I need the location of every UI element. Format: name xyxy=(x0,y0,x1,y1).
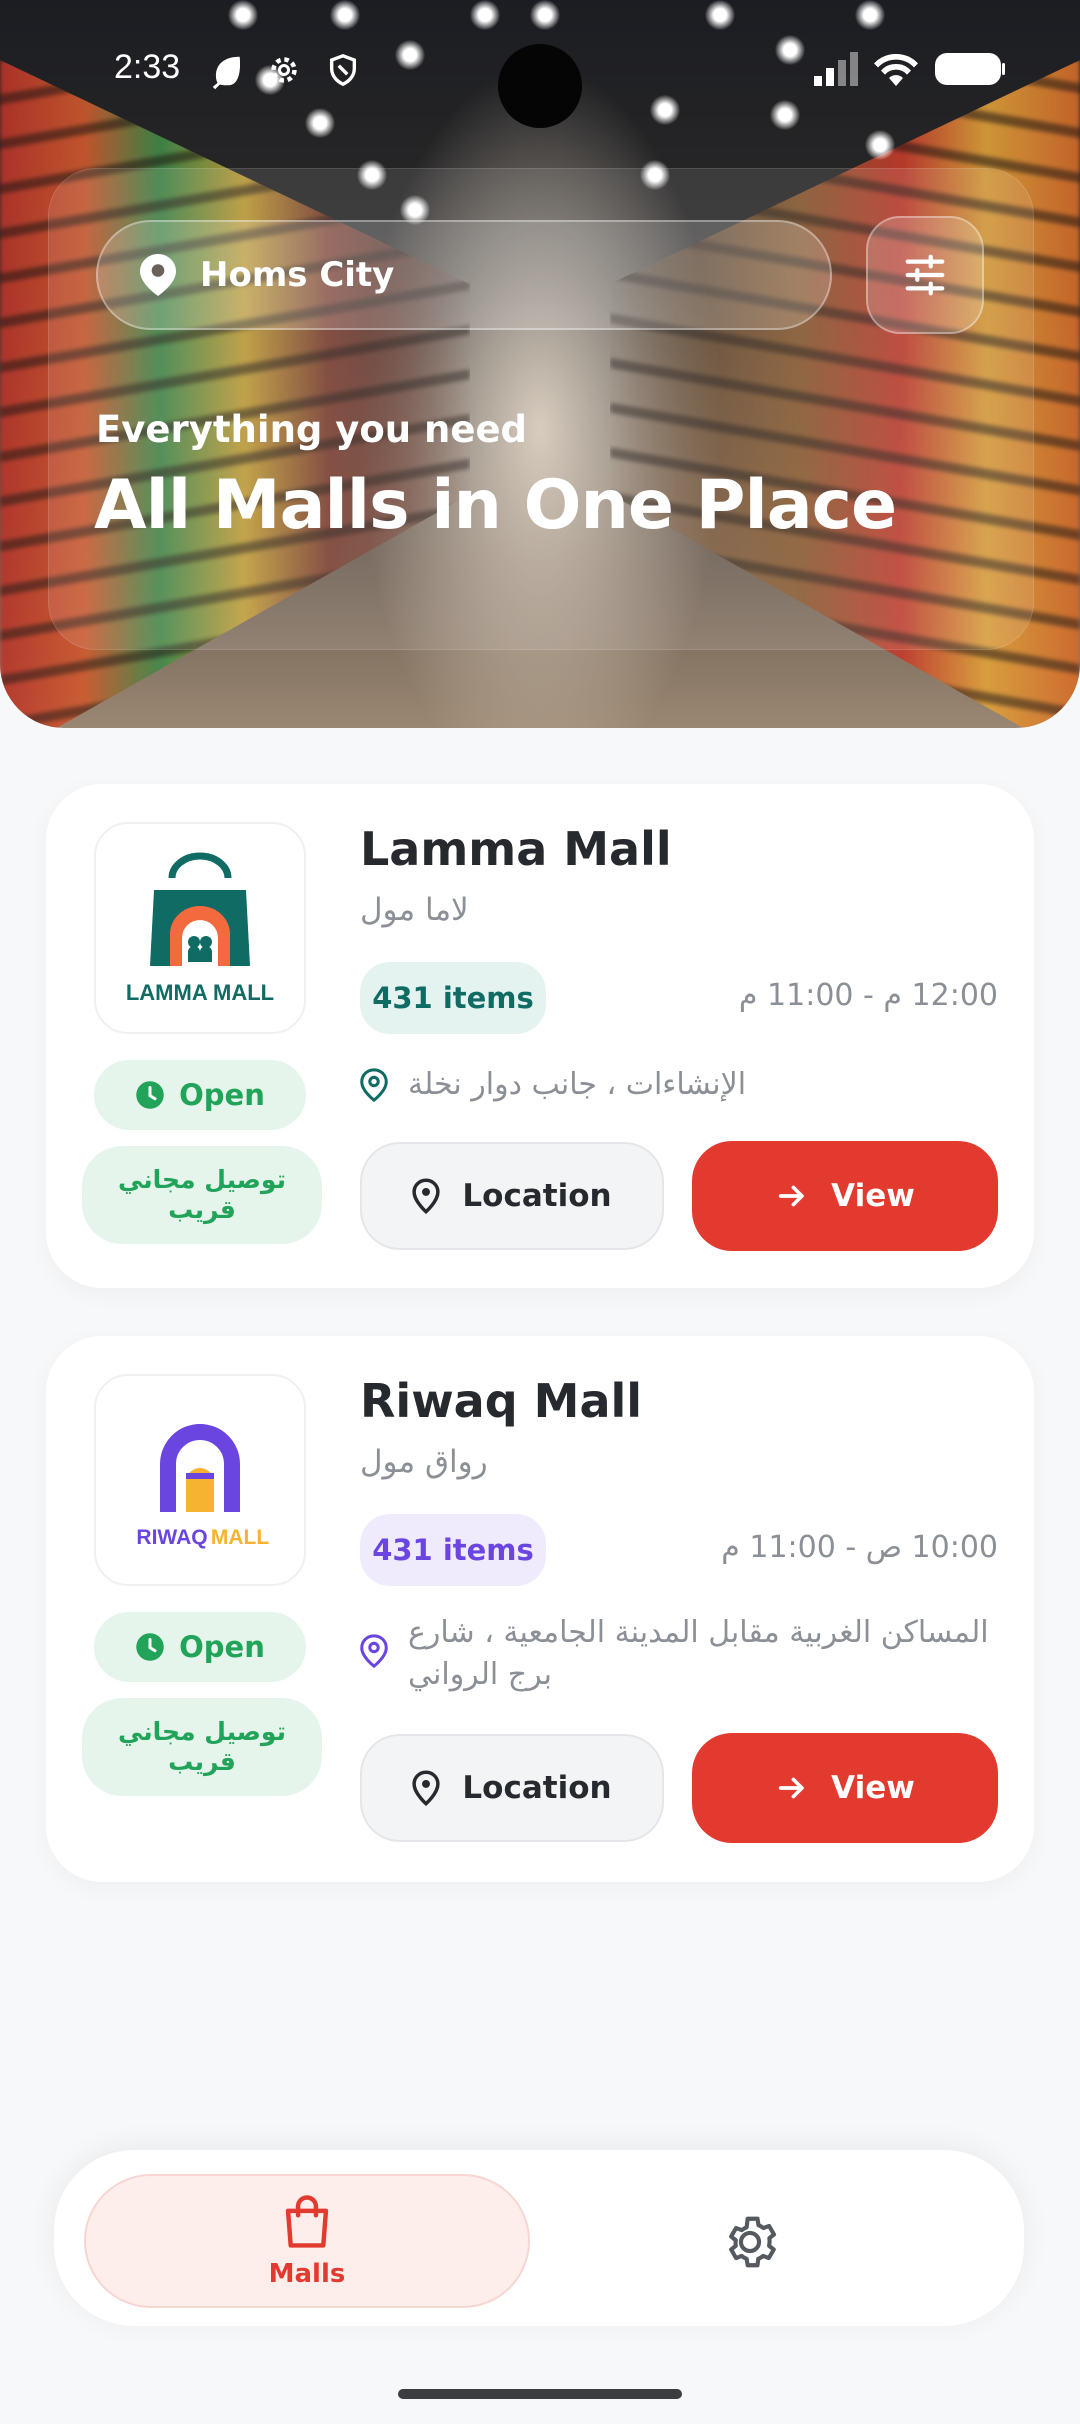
shopping-bag-icon xyxy=(285,2195,329,2248)
mall-card-lamma[interactable]: LAMMA MALL Open توصيل مجاني قريب Lamma M… xyxy=(46,784,1034,1288)
items-count-badge: 431 items xyxy=(360,962,546,1034)
gear-icon xyxy=(729,2216,777,2268)
view-button[interactable]: View xyxy=(692,1733,998,1843)
hero-banner: 2:33 Homs City Everything you need All M… xyxy=(0,0,1080,728)
mall-name: Riwaq Mall xyxy=(360,1374,643,1428)
map-pin-icon xyxy=(412,1178,441,1214)
lamma-mall-logo: LAMMA MALL xyxy=(126,852,274,1005)
address-text: المساكن الغربية مقابل المدينة الجامعية ،… xyxy=(408,1615,989,1692)
delivery-badge: توصيل مجاني قريب xyxy=(82,1698,322,1796)
battery-icon xyxy=(935,53,1005,85)
logo-wordmark: LAMMA MALL xyxy=(126,980,274,1005)
shield-icon xyxy=(329,54,357,87)
delivery-badge: توصيل مجاني قريب xyxy=(82,1146,322,1244)
location-button-label: Location xyxy=(462,1178,612,1214)
map-pin-icon xyxy=(140,254,176,296)
ceiling-light xyxy=(305,108,335,138)
logo-wordmark-2: MALL xyxy=(211,1526,269,1549)
location-label: Homs City xyxy=(200,255,395,295)
opening-hours: 12:00 م - 11:00 م xyxy=(738,978,998,1013)
view-button-label: View xyxy=(831,1770,915,1806)
items-count-badge: 431 items xyxy=(360,1514,546,1586)
arrow-right-icon xyxy=(778,1185,804,1207)
mall-logo: RIWAQ MALL xyxy=(94,1374,306,1586)
nav-tab-malls[interactable]: Malls xyxy=(84,2174,530,2308)
ceiling-light xyxy=(530,0,560,30)
ceiling-light xyxy=(470,0,500,30)
ceiling-light xyxy=(330,0,360,30)
mall-name-arabic: لاما مول xyxy=(360,892,469,928)
sliders-icon xyxy=(905,254,945,296)
logo-wordmark-1: RIWAQ xyxy=(136,1526,207,1549)
ceiling-light xyxy=(855,0,885,30)
clock-icon xyxy=(136,1081,164,1109)
status-time: 2:33 xyxy=(114,48,181,86)
home-indicator[interactable] xyxy=(398,2389,682,2399)
mall-address: الإنشاءات ، جانب دوار نخلة xyxy=(360,1064,992,1106)
arrow-right-icon xyxy=(778,1777,804,1799)
address-text: الإنشاءات ، جانب دوار نخلة xyxy=(408,1067,747,1102)
location-button[interactable]: Location xyxy=(360,1734,664,1842)
wifi-icon xyxy=(874,53,918,86)
mall-name-arabic: رواق مول xyxy=(360,1444,488,1480)
leaf-icon xyxy=(212,56,241,90)
hero-subtitle: Everything you need xyxy=(96,408,528,451)
ceiling-light xyxy=(228,0,258,30)
gear-icon xyxy=(271,57,297,83)
mall-logo: LAMMA MALL xyxy=(94,822,306,1034)
clock-icon xyxy=(136,1633,164,1661)
ceiling-light xyxy=(705,0,735,30)
location-selector[interactable]: Homs City xyxy=(96,220,832,330)
mall-address: المساكن الغربية مقابل المدينة الجامعية ،… xyxy=(360,1612,992,1696)
signal-icon xyxy=(814,52,858,86)
status-text: Open xyxy=(179,1078,265,1112)
ceiling-light xyxy=(865,130,895,160)
location-button[interactable]: Location xyxy=(360,1142,664,1250)
filter-button[interactable] xyxy=(866,216,984,334)
opening-hours: 10:00 ص - 11:00 م xyxy=(721,1530,998,1565)
bottom-navigation: Malls xyxy=(54,2150,1024,2326)
status-badge: Open xyxy=(94,1612,306,1682)
nav-tab-settings[interactable] xyxy=(710,2202,790,2282)
map-pin-icon xyxy=(412,1770,441,1806)
status-badge: Open xyxy=(94,1060,306,1130)
riwaq-mall-logo: RIWAQ MALL xyxy=(136,1424,269,1549)
nav-tab-label: Malls xyxy=(268,2259,346,2289)
map-pin-icon xyxy=(360,1068,388,1102)
status-text: Open xyxy=(179,1630,265,1664)
front-camera xyxy=(498,44,582,128)
ceiling-light xyxy=(770,100,800,130)
view-button[interactable]: View xyxy=(692,1141,998,1251)
mall-name: Lamma Mall xyxy=(360,822,672,876)
mall-card-riwaq[interactable]: RIWAQ MALL Open توصيل مجاني قريب Riwaq M… xyxy=(46,1336,1034,1882)
view-button-label: View xyxy=(831,1178,915,1214)
map-pin-icon xyxy=(360,1634,388,1668)
hero-title: All Malls in One Place xyxy=(94,466,897,545)
location-button-label: Location xyxy=(462,1770,612,1806)
